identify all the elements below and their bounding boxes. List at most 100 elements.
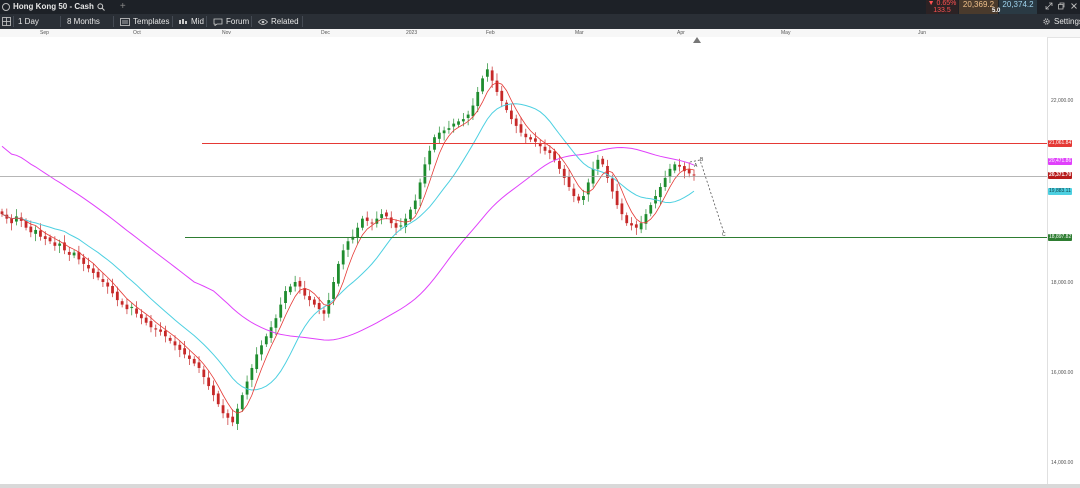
candle [173, 341, 177, 346]
candle [332, 282, 335, 300]
horizontal-scrollbar[interactable] [0, 484, 1080, 488]
candle [82, 257, 86, 264]
candle [553, 151, 557, 160]
candle [48, 237, 52, 242]
interval-selector[interactable]: 1 Day [18, 17, 39, 26]
candle [327, 300, 331, 314]
candle [168, 337, 172, 341]
candle [601, 158, 605, 165]
candle [317, 302, 321, 310]
candle [687, 169, 691, 174]
price-chart[interactable]: B A C [0, 37, 1080, 484]
candle [658, 186, 662, 198]
ma-short-tag: 19,883.11 [1048, 188, 1072, 195]
month-label: Jun [918, 30, 927, 36]
candle [481, 78, 484, 92]
candle [380, 214, 384, 219]
restore-icon[interactable] [1057, 2, 1065, 12]
candle [221, 405, 225, 414]
price-label: 22,000.00 [1051, 98, 1074, 104]
price-label: 16,000.00 [1051, 370, 1074, 376]
candle [192, 358, 196, 364]
settings-button[interactable]: Settings [1042, 17, 1080, 26]
instrument-header[interactable]: Hong Kong 50 - Cash + [2, 1, 126, 11]
candle [558, 160, 561, 169]
candle [154, 328, 158, 330]
month-label: Oct [133, 30, 141, 36]
candle [452, 123, 456, 127]
mid-label: Mid [191, 17, 204, 26]
candle [394, 223, 398, 228]
month-label: Apr [677, 30, 685, 36]
candle [144, 317, 148, 323]
candle [505, 102, 508, 111]
forum-button[interactable]: Forum [213, 17, 249, 26]
candle [509, 110, 513, 120]
chart-toolbar: 1 Day 8 Months Templates Mid Forum Relat… [0, 14, 1080, 29]
candle [346, 241, 350, 250]
close-icon[interactable] [1070, 2, 1078, 12]
candle [485, 69, 489, 77]
candle [596, 159, 600, 169]
candle [385, 212, 388, 217]
candle [202, 369, 206, 378]
month-label: Nov [222, 30, 231, 36]
month-label: Mar [575, 30, 584, 36]
templates-icon [120, 17, 130, 26]
mid-button[interactable]: Mid [178, 17, 204, 26]
expand-icon[interactable] [1045, 2, 1053, 12]
annotation-c: C [722, 232, 726, 238]
candle [610, 178, 614, 192]
candle [356, 227, 360, 238]
candle [519, 124, 523, 133]
templates-button[interactable]: Templates [120, 17, 169, 26]
candle [53, 242, 57, 246]
plot-background [0, 37, 1048, 484]
candle [466, 114, 470, 119]
candle [668, 168, 672, 177]
candle [298, 280, 302, 287]
candle [67, 251, 71, 255]
instrument-name: Hong Kong 50 - Cash [13, 2, 94, 11]
templates-label: Templates [133, 17, 170, 26]
candle [418, 182, 422, 199]
candle [312, 299, 316, 305]
gear-icon [1043, 18, 1050, 25]
candle [437, 132, 441, 139]
divider [251, 16, 252, 27]
candle [567, 176, 571, 187]
candle [159, 329, 162, 332]
candle [288, 286, 292, 293]
candle [101, 279, 105, 282]
current-price-tag: 20,371.70 [1048, 172, 1073, 179]
chat-icon [213, 18, 223, 26]
candle [543, 146, 547, 151]
candle [620, 203, 624, 215]
candle [663, 177, 667, 187]
candle [183, 348, 187, 355]
candle [29, 226, 33, 233]
buy-button[interactable]: 20,374.2 [999, 0, 1037, 14]
candle [216, 393, 220, 405]
candle [524, 133, 528, 138]
candle [58, 243, 62, 246]
range-selector[interactable]: 8 Months [67, 17, 100, 26]
divider [113, 16, 114, 27]
candle [303, 288, 307, 296]
search-icon[interactable] [97, 2, 105, 11]
candle [572, 188, 576, 197]
candle [428, 150, 432, 165]
candle [231, 416, 235, 423]
candle [91, 268, 95, 273]
candle [207, 377, 211, 387]
month-label: Feb [486, 30, 495, 36]
plus-icon[interactable]: + [120, 1, 126, 11]
sell-change-pct: ▼ 0.65% [927, 0, 957, 7]
related-button[interactable]: Related [258, 17, 299, 26]
candle [365, 217, 369, 221]
candle [149, 321, 153, 328]
grid-icon[interactable] [2, 17, 11, 28]
candle [457, 121, 460, 125]
candle [649, 205, 653, 214]
candle [534, 138, 537, 142]
